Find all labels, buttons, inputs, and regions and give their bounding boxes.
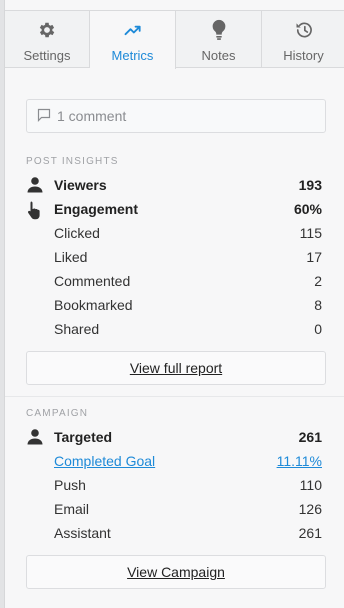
row-email: Email 126	[26, 498, 322, 522]
row-label: Engagement	[54, 201, 139, 217]
row-value: 261	[298, 525, 322, 541]
row-clicked: Clicked 115	[26, 222, 322, 246]
row-engagement: Engagement 60%	[26, 198, 322, 222]
lightbulb-icon	[210, 19, 228, 41]
tab-history[interactable]: History	[262, 11, 344, 68]
row-label: Viewers	[54, 177, 107, 193]
row-label: Assistant	[54, 525, 111, 541]
completed-goal-value-link[interactable]: 11.11%	[277, 453, 322, 469]
row-targeted: Targeted 261	[26, 426, 322, 450]
row-value: 17	[306, 249, 322, 265]
row-value: 193	[298, 177, 322, 193]
section-title-post-insights: POST INSIGHTS	[26, 156, 119, 167]
row-value: 2	[314, 273, 322, 289]
tab-label: Settings	[23, 48, 71, 63]
pointer-hand-icon	[26, 200, 44, 220]
row-label: Targeted	[54, 429, 113, 445]
row-label: Email	[54, 501, 90, 517]
row-value: 261	[298, 429, 322, 445]
person-icon	[26, 176, 44, 194]
row-label: Clicked	[54, 225, 100, 241]
row-assistant: Assistant 261	[26, 522, 322, 546]
comment-field[interactable]: 1 comment	[26, 99, 326, 133]
row-label: Liked	[54, 249, 88, 265]
row-shared: Shared 0	[26, 318, 322, 342]
view-campaign-button[interactable]: View Campaign	[26, 555, 326, 589]
tab-metrics[interactable]: Metrics	[90, 11, 176, 69]
trending-up-icon	[122, 19, 144, 41]
tab-label: Notes	[201, 48, 236, 63]
row-value: 0	[314, 321, 322, 337]
tab-label: History	[283, 48, 324, 63]
row-value: 115	[299, 225, 322, 241]
row-label: Commented	[54, 273, 131, 289]
row-value: 8	[314, 297, 322, 313]
tab-notes[interactable]: Notes	[176, 11, 262, 68]
tab-settings[interactable]: Settings	[5, 11, 90, 68]
row-completed-goal: Completed Goal 11.11%	[26, 450, 322, 474]
row-viewers: Viewers 193	[26, 174, 322, 198]
row-label: Push	[54, 477, 86, 493]
completed-goal-link[interactable]: Completed Goal	[54, 453, 155, 469]
row-bookmarked: Bookmarked 8	[26, 294, 322, 318]
metrics-panel: Settings Metrics Notes History 1 comment…	[4, 0, 344, 608]
row-value: 110	[299, 477, 322, 493]
row-liked: Liked 17	[26, 246, 322, 270]
view-full-report-button[interactable]: View full report	[26, 351, 326, 385]
person-icon	[26, 428, 44, 446]
comment-text: 1 comment	[57, 108, 127, 124]
row-push: Push 110	[26, 474, 322, 498]
gear-icon	[37, 19, 57, 41]
tab-label: Metrics	[111, 48, 154, 63]
row-label: Shared	[54, 321, 100, 337]
section-title-campaign: CAMPAIGN	[26, 408, 89, 419]
section-divider	[5, 396, 344, 397]
tab-bar: Settings Metrics Notes History	[5, 10, 344, 69]
row-commented: Commented 2	[26, 270, 322, 294]
row-value: 60%	[293, 201, 322, 217]
row-value: 126	[298, 501, 322, 517]
comment-icon	[37, 108, 57, 125]
history-icon	[293, 19, 315, 41]
row-label: Bookmarked	[54, 297, 133, 313]
